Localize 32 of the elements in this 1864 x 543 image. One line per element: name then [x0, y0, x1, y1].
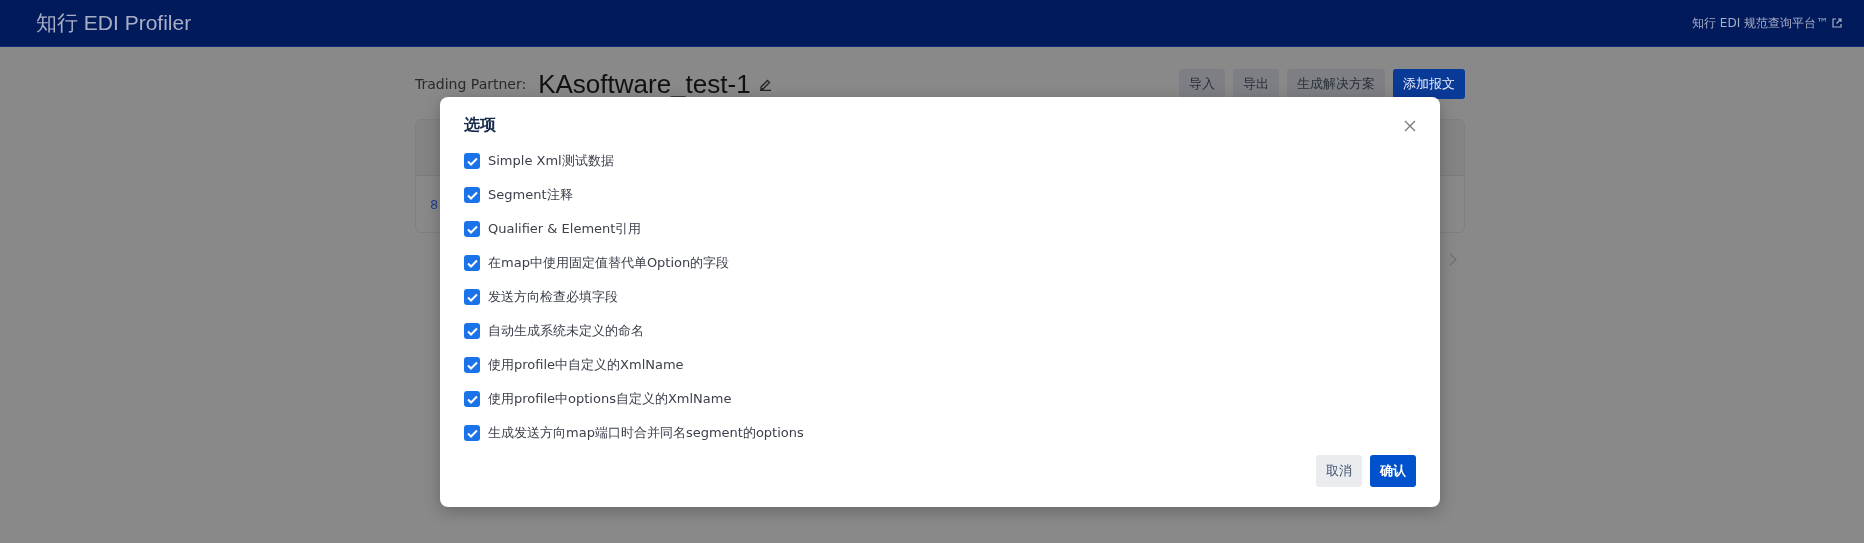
- option-label: 使用profile中options自定义的XmlName: [488, 390, 732, 408]
- platform-link[interactable]: 知行 EDI 规范查询平台™: [1692, 14, 1842, 32]
- checkbox[interactable]: [464, 323, 480, 339]
- option-label: Segment注释: [488, 186, 573, 204]
- partner-name: KAsoftware_test-1: [538, 68, 751, 100]
- edit-icon[interactable]: [758, 77, 772, 91]
- checkbox[interactable]: [464, 425, 480, 441]
- toolbar-button[interactable]: 添加报文: [1393, 69, 1465, 99]
- toolbar-button[interactable]: 生成解决方案: [1287, 69, 1385, 99]
- toolbar-button[interactable]: 导出: [1233, 69, 1279, 99]
- dialog-button[interactable]: 确认: [1370, 455, 1416, 487]
- checkbox[interactable]: [464, 221, 480, 237]
- checkbox[interactable]: [464, 255, 480, 271]
- dialog-title: 选项: [464, 115, 496, 136]
- option-label: 在map中使用固定值替代单Option的字段: [488, 254, 730, 272]
- close-icon[interactable]: [1404, 119, 1416, 132]
- external-link-icon: [1832, 18, 1842, 28]
- option-label: 生成发送方向map端口时合并同名segment的options: [488, 424, 804, 442]
- checkbox[interactable]: [464, 391, 480, 407]
- app-title: 知行 EDI Profiler: [36, 10, 192, 36]
- toolbar-button[interactable]: 导入: [1179, 69, 1225, 99]
- checkbox[interactable]: [464, 289, 480, 305]
- option-label: 使用profile中自定义的XmlName: [488, 356, 684, 374]
- option-label: Simple Xml测试数据: [488, 152, 614, 170]
- checkbox[interactable]: [464, 153, 480, 169]
- option-label: Qualifier & Element引用: [488, 220, 642, 238]
- option-label: 发送方向检查必填字段: [488, 288, 618, 306]
- dialog-button[interactable]: 取消: [1316, 455, 1362, 487]
- checkbox[interactable]: [464, 187, 480, 203]
- trading-partner-label: Trading Partner:: [415, 76, 527, 92]
- checkbox[interactable]: [464, 357, 480, 373]
- option-label: 自动生成系统未定义的命名: [488, 322, 644, 340]
